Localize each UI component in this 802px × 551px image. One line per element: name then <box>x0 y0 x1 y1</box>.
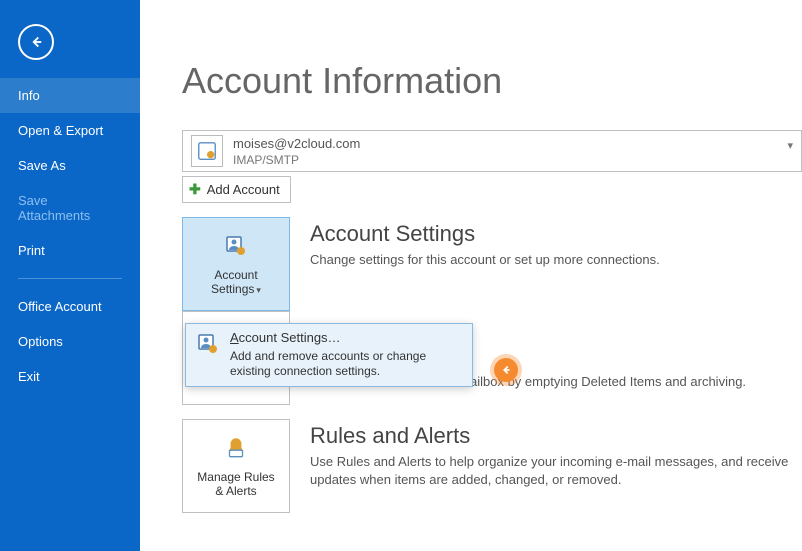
account-text: moises@v2cloud.com IMAP/SMTP <box>233 136 793 167</box>
account-settings-body: Account Settings Change settings for thi… <box>310 217 802 311</box>
bell-rules-icon <box>222 434 250 462</box>
sidebar-item-exit[interactable]: Exit <box>0 359 140 394</box>
account-icon <box>191 135 223 167</box>
back-button[interactable] <box>18 24 54 60</box>
add-account-button[interactable]: ✚ Add Account <box>182 176 291 203</box>
sidebar-item-office-account[interactable]: Office Account <box>0 289 140 324</box>
arrow-left-icon <box>499 363 513 377</box>
section-account-settings: Account Settings▾ Account Settings Chang… <box>182 217 802 311</box>
sidebar-item-options[interactable]: Options <box>0 324 140 359</box>
account-email: moises@v2cloud.com <box>233 136 793 151</box>
sidebar-item-info[interactable]: Info <box>0 78 140 113</box>
sidebar-item-print[interactable]: Print <box>0 233 140 268</box>
sidebar-divider <box>18 278 122 279</box>
rules-alerts-tile[interactable]: Manage Rules & Alerts <box>182 419 290 513</box>
section-rules: Manage Rules & Alerts Rules and Alerts U… <box>182 419 802 513</box>
account-settings-heading: Account Settings <box>310 221 802 247</box>
account-settings-dropdown: Account Settings… Add and remove account… <box>185 323 473 387</box>
popup-desc: Add and remove accounts or change existi… <box>230 349 464 380</box>
sidebar-item-save-as[interactable]: Save As <box>0 148 140 183</box>
account-settings-menu-item[interactable]: Account Settings… Add and remove account… <box>186 324 472 386</box>
add-account-label: Add Account <box>207 182 280 197</box>
user-gear-icon <box>194 330 222 358</box>
pointer-marker <box>494 358 518 382</box>
chevron-down-icon: ▾ <box>787 139 793 152</box>
popup-text: Account Settings… Add and remove account… <box>230 330 464 380</box>
content-area: Account Information moises@v2cloud.com I… <box>140 0 802 551</box>
arrow-left-icon <box>27 33 45 51</box>
plus-icon: ✚ <box>189 181 201 198</box>
mailbox-icon <box>196 140 218 162</box>
account-settings-tile[interactable]: Account Settings▾ <box>182 217 290 311</box>
sidebar: Info Open & Export Save As Save Attachme… <box>0 0 140 551</box>
popup-title: Account Settings… <box>230 330 464 347</box>
rules-desc: Use Rules and Alerts to help organize yo… <box>310 453 802 489</box>
account-selector[interactable]: moises@v2cloud.com IMAP/SMTP ▾ <box>182 130 802 172</box>
user-gear-icon <box>222 232 250 260</box>
sidebar-item-open-export[interactable]: Open & Export <box>0 113 140 148</box>
tile-label: Manage Rules & Alerts <box>197 470 274 499</box>
tile-label: Account Settings▾ <box>211 268 261 297</box>
account-settings-desc: Change settings for this account or set … <box>310 251 802 269</box>
rules-body: Rules and Alerts Use Rules and Alerts to… <box>310 419 802 513</box>
page-title: Account Information <box>182 60 802 102</box>
account-protocol: IMAP/SMTP <box>233 153 793 167</box>
rules-heading: Rules and Alerts <box>310 423 802 449</box>
sidebar-item-save-attachments: Save Attachments <box>0 183 140 233</box>
